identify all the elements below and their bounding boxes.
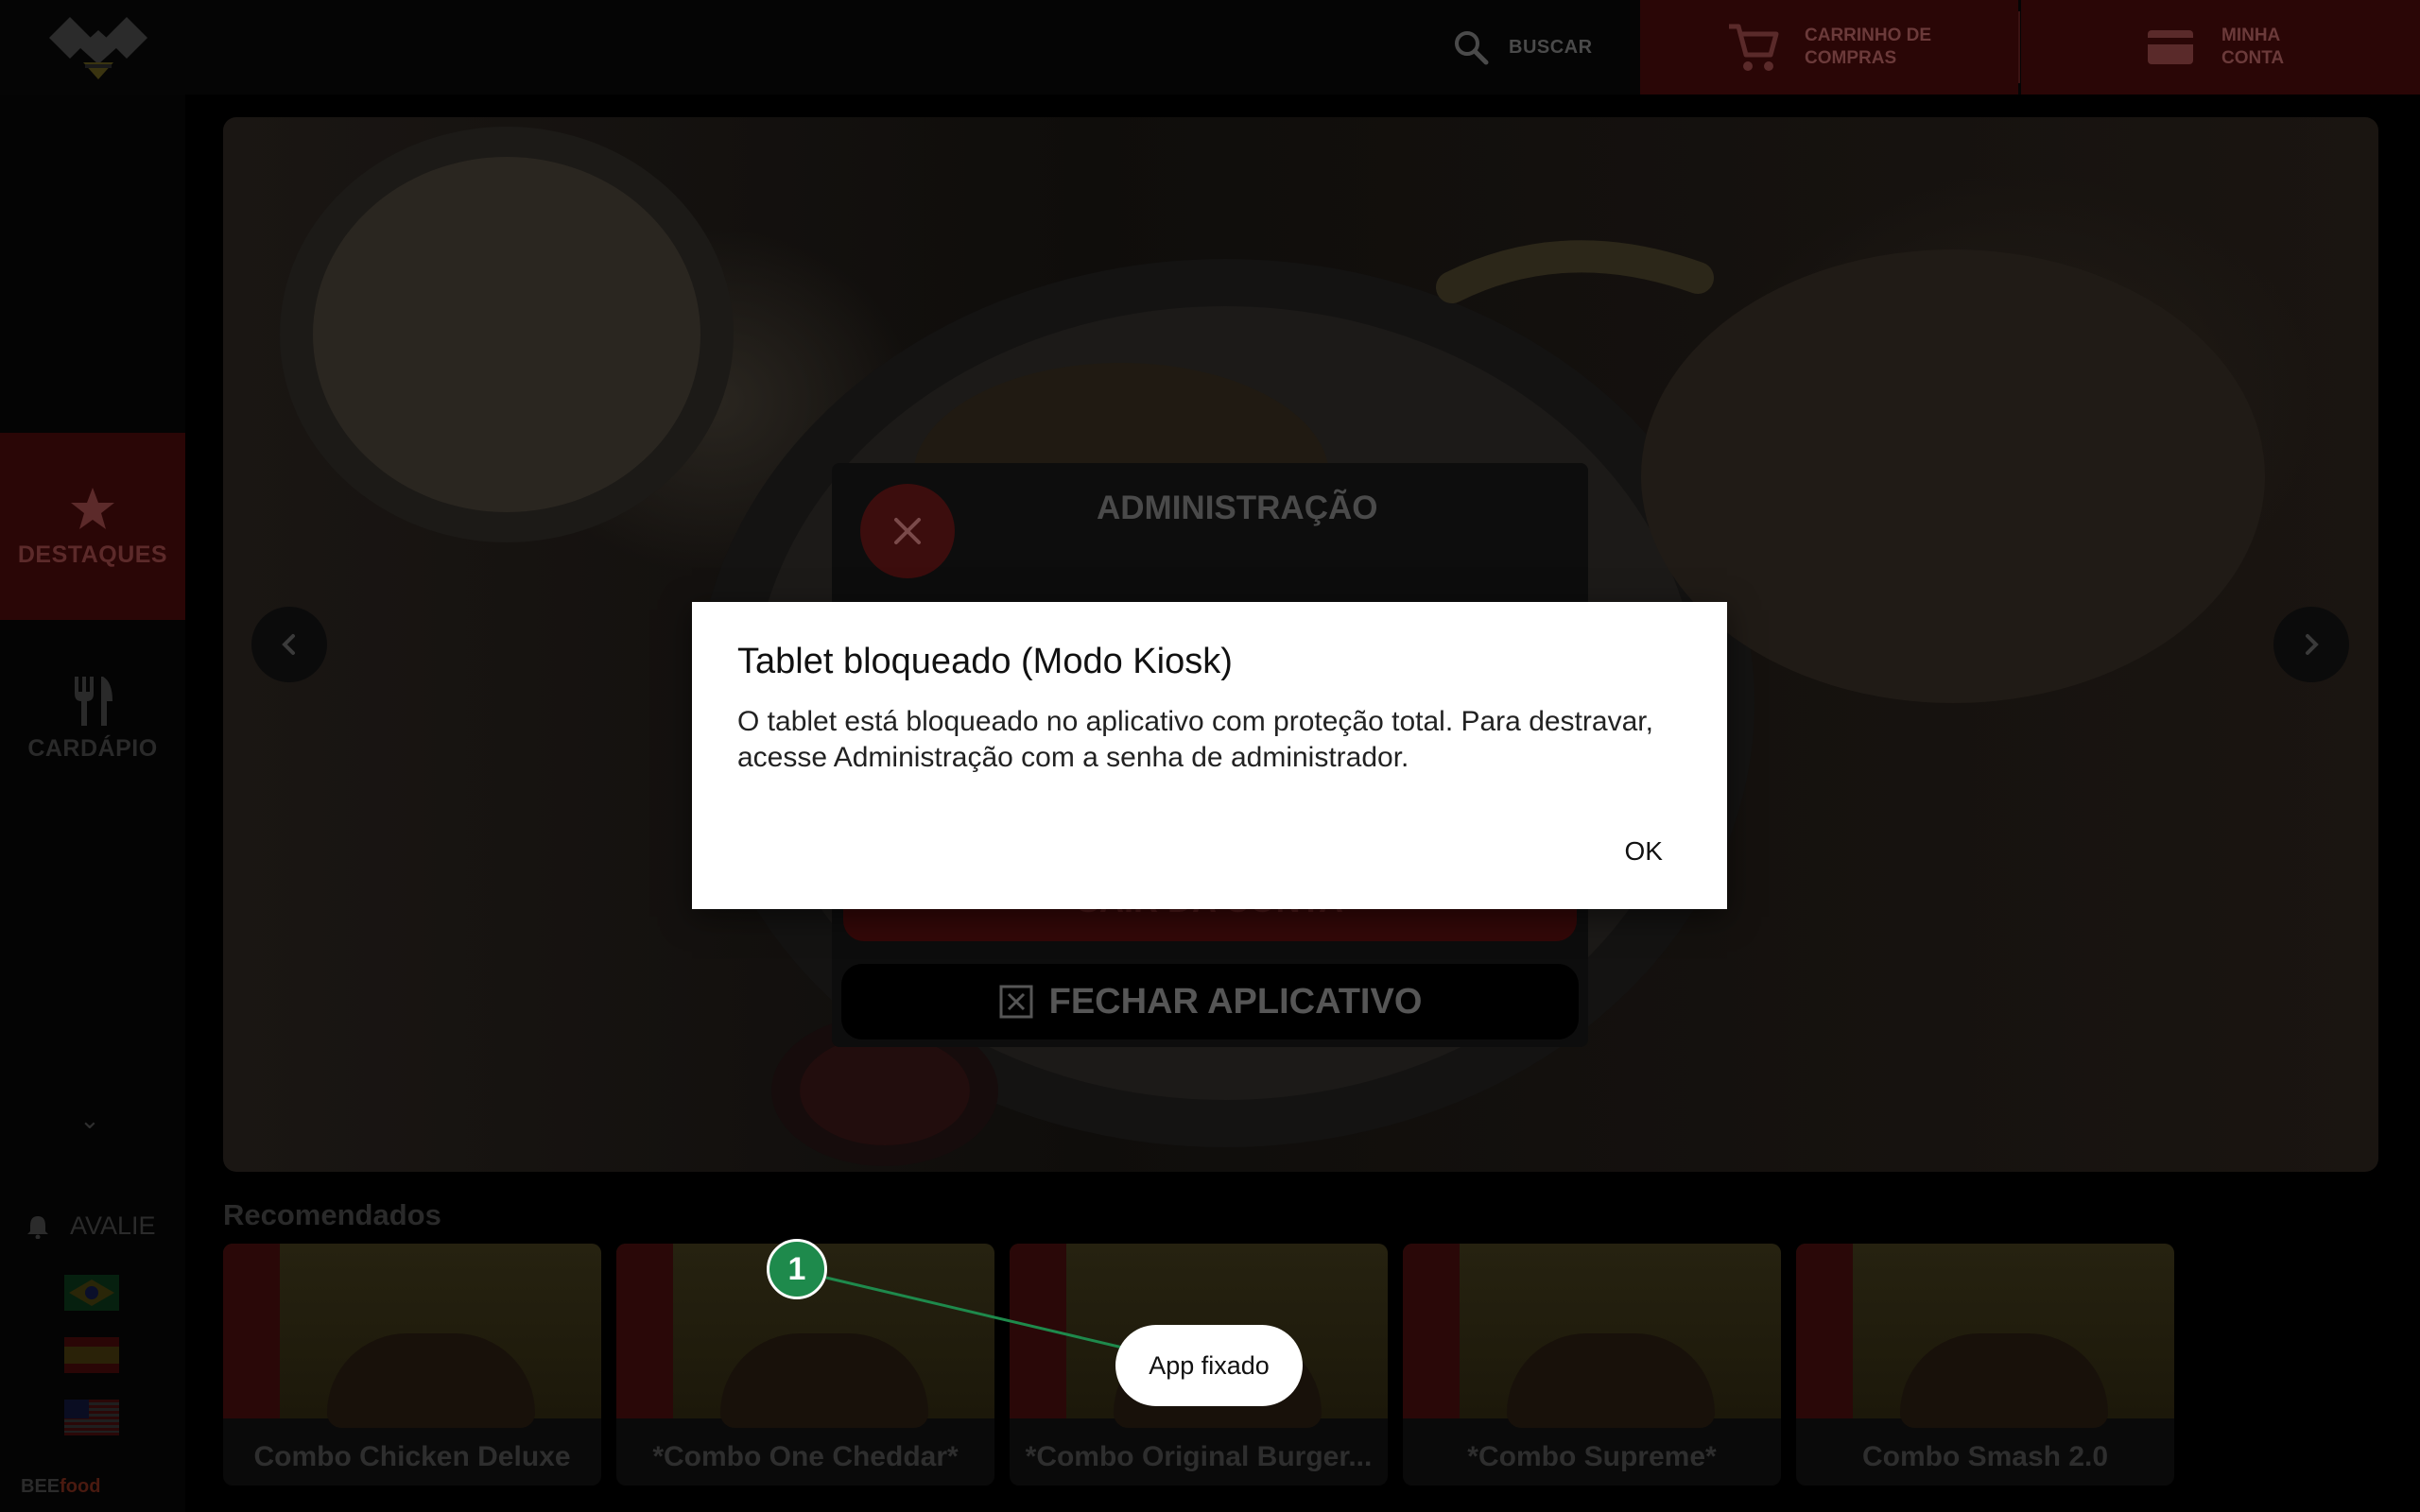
star-icon [71, 487, 114, 529]
banner-next-button[interactable] [2273, 607, 2349, 682]
close-box-icon [999, 985, 1033, 1019]
search-label: BUSCAR [1509, 36, 1593, 58]
search-button[interactable]: BUSCAR [1452, 21, 1593, 74]
divider [2018, 11, 2020, 83]
search-icon [1455, 31, 1489, 65]
product-name: *Combo Supreme* [1467, 1441, 1717, 1472]
cart-label: CARRINHO DE COMPRAS [1805, 26, 1932, 68]
chevron-right-icon [2306, 634, 2319, 655]
close-icon [894, 518, 921, 544]
product-card[interactable]: Combo Chicken Deluxe [223, 1244, 601, 1486]
bell-icon [27, 1215, 48, 1239]
product-name: Combo Chicken Deluxe [253, 1441, 571, 1472]
admin-title: ADMINISTRAÇÃO [1097, 490, 1378, 526]
chevron-down-icon[interactable]: ⌄ [79, 1106, 100, 1135]
app-pinned-toast: App fixado [1115, 1325, 1303, 1406]
cart-button[interactable]: CARRINHO DE COMPRAS [1640, 0, 2018, 94]
close-app-label: FECHAR APLICATIVO [1048, 981, 1423, 1022]
sidebar-item-destaques[interactable]: DESTAQUES [0, 433, 185, 620]
admin-close-button[interactable] [860, 484, 955, 578]
usa-flag-icon[interactable] [64, 1400, 119, 1435]
product-name: *Combo Original Burger... [1025, 1441, 1373, 1472]
kiosk-lock-dialog: Tablet bloqueado (Modo Kiosk) O tablet e… [692, 602, 1727, 909]
close-app-button[interactable]: FECHAR APLICATIVO [841, 964, 1579, 1040]
account-label: MINHA CONTA [2221, 26, 2285, 68]
rate-button[interactable]: AVALIE [26, 1211, 156, 1241]
brand-food: food [60, 1476, 101, 1497]
cart-icon [1729, 24, 1779, 71]
credit-card-icon [2148, 30, 2193, 64]
product-name: *Combo One Cheddar* [652, 1441, 959, 1472]
dialog-message: O tablet está bloqueado no aplicativo co… [737, 706, 1653, 773]
chevron-left-icon [282, 634, 295, 655]
spain-flag-icon[interactable] [64, 1337, 119, 1373]
brand-bee: BEE [21, 1476, 60, 1497]
sidebar-item-cardapio[interactable]: CARDÁPIO [0, 652, 185, 784]
product-name: Combo Smash 2.0 [1861, 1441, 2109, 1472]
sidebar-item-label: DESTAQUES [17, 541, 168, 568]
product-card[interactable]: *Combo Supreme* [1403, 1244, 1781, 1486]
section-title: Recomendados [223, 1198, 441, 1231]
ok-button[interactable]: OK [1625, 836, 1663, 867]
fork-knife-icon [75, 676, 112, 726]
sidebar-item-label: CARDÁPIO [27, 734, 158, 762]
product-image [1403, 1244, 1781, 1428]
dialog-title: Tablet bloqueado (Modo Kiosk) [737, 642, 1233, 681]
brand-footer: BEEfood [21, 1476, 100, 1498]
banner-prev-button[interactable] [251, 607, 327, 682]
step-badge: 1 [767, 1239, 827, 1299]
product-card[interactable]: Combo Smash 2.0 [1796, 1244, 2174, 1486]
account-button[interactable]: MINHA CONTA [2021, 0, 2420, 94]
rate-label: AVALIE [70, 1211, 156, 1240]
logo [42, 9, 155, 85]
product-image [223, 1244, 601, 1428]
product-image [1796, 1244, 2174, 1428]
brazil-flag-icon[interactable] [64, 1275, 119, 1311]
